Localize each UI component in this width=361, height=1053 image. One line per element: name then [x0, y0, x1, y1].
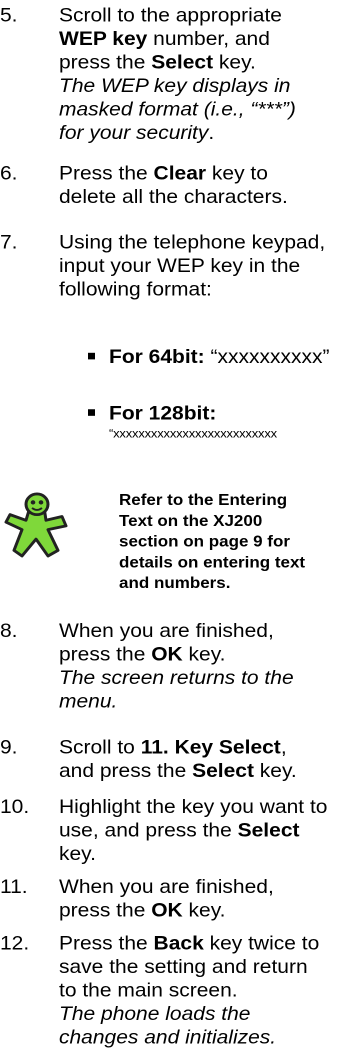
note-line: changes and initializes. [59, 1026, 277, 1049]
step-number: 6. [0, 162, 18, 185]
text-line: Highlight the key you want to [59, 795, 328, 818]
text-line: WEP key number, and [59, 28, 270, 50]
bullet-square-icon [88, 352, 95, 360]
step-number: 11. [0, 875, 28, 898]
text-line: When you are finished, [59, 619, 274, 642]
step-text: Scroll to the appropriate WEP key number… [59, 4, 357, 145]
note-line: The screen returns to the [59, 667, 294, 689]
text-line: following format: [59, 278, 212, 301]
text-line: save the setting and return [59, 955, 308, 978]
bullet-value: “xxxxxxxxxxxxxxxxxxxxxxxxxx [109, 426, 277, 441]
step-number: 9. [0, 736, 18, 759]
step-text: Press the Back key twice to save the set… [59, 931, 357, 1049]
tip-line: details on entering text [119, 553, 306, 572]
step-text: When you are finished, press the OK key. [59, 875, 357, 922]
text-line: delete all the characters. [59, 186, 288, 208]
text-line: press the Select key. [59, 51, 256, 74]
tip-line: and numbers. [119, 573, 231, 592]
text-line: Using the telephone keypad, [59, 231, 326, 254]
mascot-icon [4, 492, 68, 558]
text-line: and press the Select key. [59, 760, 297, 782]
note-line: menu. [59, 690, 118, 713]
step-text: Scroll to 11. Key Select, and press the … [59, 736, 357, 783]
step-text: Press the Clear key to delete all the ch… [59, 162, 357, 209]
step-number: 12. [0, 932, 30, 954]
step-text: When you are finished, press the OK key.… [59, 619, 357, 713]
text-line: to the main screen. [59, 979, 238, 1002]
text-line: input your WEP key in the [59, 254, 301, 277]
bullet-text: For 64bit: “xxxxxxxxxx” [109, 346, 330, 368]
note-line: for your security. [59, 122, 215, 144]
step-number: 8. [0, 619, 18, 642]
tip-text: Refer to the Entering Text on the XJ200 … [119, 490, 359, 593]
tip-box: Refer to the Entering Text on the XJ200 … [0, 490, 361, 612]
step-text: Highlight the key you want to use, and p… [59, 795, 357, 866]
bullet-label: For 128bit: [109, 402, 217, 425]
note-line: masked format (i.e., “***”) [59, 98, 296, 121]
bullet-square-icon [88, 409, 95, 416]
note-line: The WEP key displays in [59, 75, 291, 97]
tip-line: Text on the XJ200 [119, 511, 263, 530]
text-line: Press the Back key twice to [59, 932, 320, 954]
step-number: 10. [0, 795, 30, 818]
text-line: press the OK key. [59, 899, 226, 922]
step-number: 7. [0, 231, 18, 254]
text-line: press the OK key. [59, 643, 226, 666]
note-line: The phone loads the [59, 1002, 251, 1025]
text-line: key. [59, 842, 96, 865]
step-text: Using the telephone keypad, input your W… [59, 230, 357, 301]
text-line: use, and press the Select [59, 819, 300, 842]
manual-page: 5. Scroll to the appropriate WEP key num… [0, 0, 361, 1048]
text-line: Scroll to 11. Key Select, [59, 736, 287, 759]
text-line: When you are finished, [59, 875, 274, 898]
text-line: Press the Clear key to [59, 162, 268, 185]
tip-line: Refer to the Entering [119, 491, 288, 509]
text-line: Scroll to the appropriate [59, 4, 282, 27]
step-number: 5. [0, 4, 18, 27]
tip-line: section on page 9 for [119, 532, 290, 551]
